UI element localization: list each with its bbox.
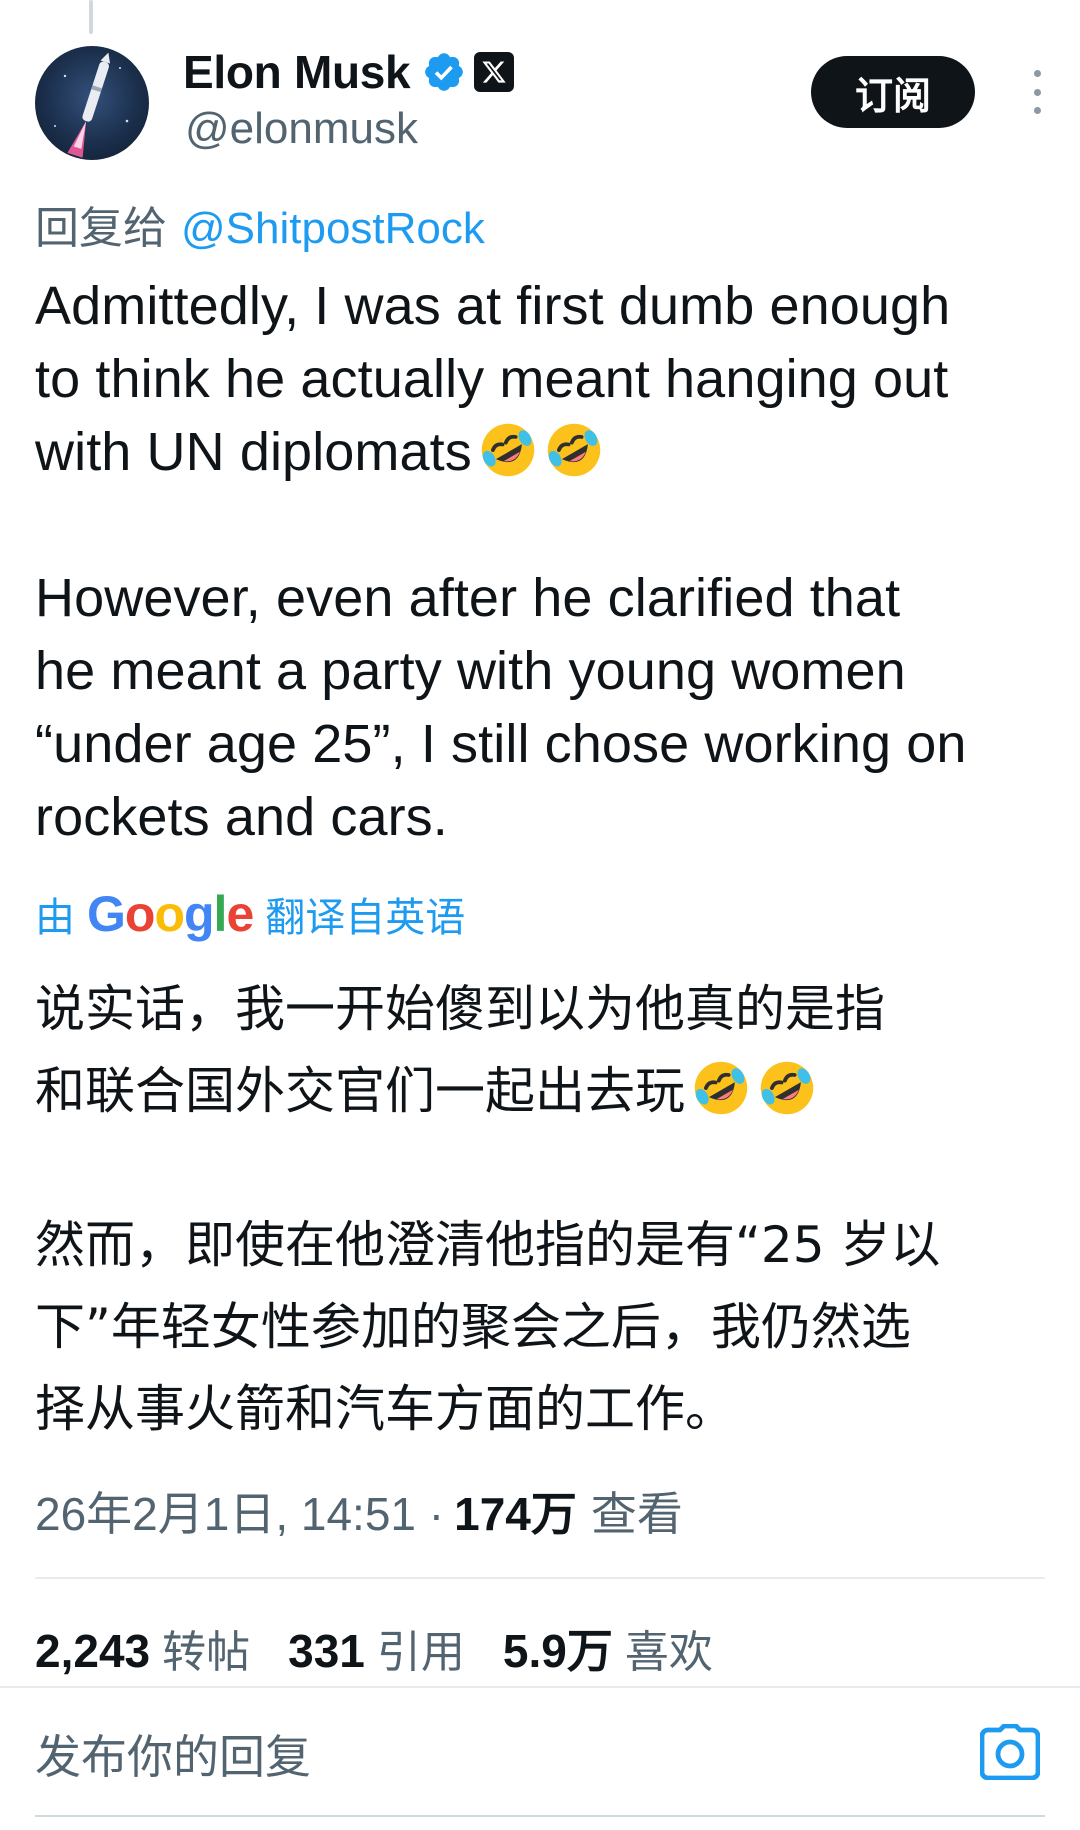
reply-to-prefix: 回复给 xyxy=(35,203,167,254)
verified-badge-icon[interactable] xyxy=(422,50,466,94)
camera-icon[interactable] xyxy=(980,1724,1040,1780)
divider xyxy=(35,1577,1045,1579)
tweet-meta: 26年2月1日, 14:51 · 174万 查看 xyxy=(35,1478,683,1544)
google-logo: Google xyxy=(87,886,254,942)
reply-underline xyxy=(35,1815,1045,1817)
quotes-count: 331 xyxy=(288,1625,365,1677)
reply-composer xyxy=(0,1690,1080,1830)
reply-to-line: 回复给 @ShitpostRock xyxy=(35,192,485,256)
x-logo-icon xyxy=(482,61,507,83)
translation-suffix: 翻译自英语 xyxy=(265,895,466,941)
avatar-rocket-image xyxy=(54,52,129,158)
translated-line: 下”年轻女性参加的聚会之后，我仍然选 xyxy=(35,1298,911,1356)
avatar[interactable] xyxy=(35,46,149,160)
reposts-stat[interactable]: 2,243 转帖 xyxy=(35,1616,250,1680)
x-affiliation-icon[interactable] xyxy=(474,52,515,92)
likes-label: 喜欢 xyxy=(624,1627,713,1678)
tweet-paragraph: However, even after he clarified that he… xyxy=(35,568,967,847)
reply-to-mention-link[interactable]: @ShitpostRock xyxy=(181,204,485,253)
engagement-stats: 2,243 转帖 331 引用 5.9万 喜欢 xyxy=(35,1615,751,1681)
author-handle[interactable]: @elonmusk xyxy=(185,104,418,154)
rolling-laughing-emoji-icon xyxy=(481,423,535,477)
reposts-count: 2,243 xyxy=(35,1625,151,1677)
rolling-laughing-emoji-icon xyxy=(694,1061,748,1115)
more-dot xyxy=(1033,107,1041,114)
translated-line: 然而，即使在他澄清他指的是有“25 岁以 xyxy=(35,1216,941,1274)
views-label: 查看 xyxy=(590,1487,683,1541)
more-dot xyxy=(1033,70,1041,77)
likes-stat[interactable]: 5.9万 喜欢 xyxy=(503,1615,713,1681)
likes-count: 5.9万 xyxy=(502,1625,613,1677)
translated-line: 择从事火箭和汽车方面的工作。 xyxy=(35,1380,735,1438)
author-name[interactable]: Elon Musk xyxy=(183,45,411,99)
translated-body: 说实话，我一开始傻到以为他真的是指 和联合国外交官们一起出去玩 然而，即使在他澄… xyxy=(35,968,1055,1450)
more-options-icon[interactable] xyxy=(1029,70,1045,114)
subscribe-button[interactable]: 订阅 xyxy=(811,56,975,128)
quotes-label: 引用 xyxy=(376,1627,465,1678)
tweet-body: Admittedly, I was at first dumb enough t… xyxy=(35,270,1045,854)
tweet-header: Elon Musk @elonmusk 订阅 xyxy=(35,44,1045,164)
translated-line-text: 和联合国外交官们一起出去玩 xyxy=(35,1062,685,1120)
translation-prefix: 由 xyxy=(35,895,75,941)
rolling-laughing-emoji-icon xyxy=(547,423,601,477)
thread-connector-line xyxy=(89,0,93,34)
divider xyxy=(0,1686,1080,1688)
translated-line: 和联合国外交官们一起出去玩 xyxy=(35,1050,1055,1132)
more-dot xyxy=(1033,88,1041,96)
translated-line: 说实话，我一开始傻到以为他真的是指 xyxy=(35,980,885,1038)
tweet-timestamp[interactable]: 26年2月1日, 14:51 · xyxy=(35,1478,444,1544)
tweet-paragraph: Admittedly, I was at first dumb enough t… xyxy=(35,270,1045,489)
views-count: 174万 xyxy=(454,1488,577,1540)
reposts-label: 转帖 xyxy=(162,1627,251,1678)
rolling-laughing-emoji-icon xyxy=(760,1061,814,1115)
reply-input[interactable] xyxy=(35,1722,935,1792)
author-name-row: Elon Musk xyxy=(183,44,515,100)
translation-attribution[interactable]: 由 Google 翻译自英语 xyxy=(35,885,465,943)
quotes-stat[interactable]: 331 引用 xyxy=(288,1616,465,1680)
